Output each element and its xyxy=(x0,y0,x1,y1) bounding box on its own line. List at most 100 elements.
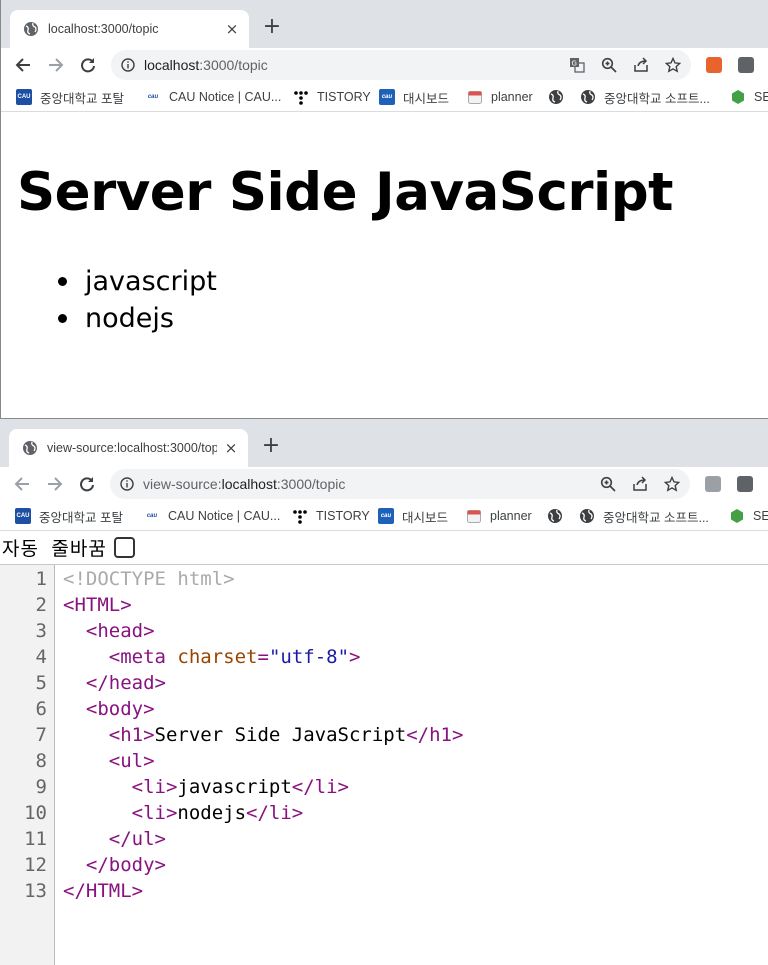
code-token-tag: <HTML> xyxy=(63,594,132,616)
bookmark-cau-software[interactable]: 중앙대학교 소프트... xyxy=(580,89,710,106)
bookmark-cau-notice[interactable]: cau CAU Notice | CAU... xyxy=(144,508,280,524)
bookmark-label: SEI xyxy=(753,509,768,523)
source-line: 2 <HTML> xyxy=(0,592,768,618)
star-icon[interactable] xyxy=(664,476,680,492)
bookmark-dashboard[interactable]: cau 대시보드 xyxy=(379,89,450,106)
page-content: Server Side JavaScript javascript nodejs xyxy=(1,162,768,337)
cau-square-icon: CAU xyxy=(15,508,31,524)
node-hexagon-icon xyxy=(732,90,744,104)
source-code: <h1>Server Side JavaScript</h1> xyxy=(63,722,464,748)
globe-icon xyxy=(24,22,38,36)
info-icon[interactable] xyxy=(121,58,135,72)
new-tab-button[interactable]: + xyxy=(262,16,282,38)
source-code: </HTML> xyxy=(63,878,143,904)
bookmark-sei[interactable]: SEI xyxy=(730,89,768,105)
extension-gray-icon[interactable] xyxy=(705,476,721,492)
source-line: 7 <h1>Server Side JavaScript</h1> xyxy=(0,722,768,748)
bookmark-tistory[interactable]: TISTORY xyxy=(292,508,370,524)
line-wrap-checkbox[interactable] xyxy=(113,537,135,558)
zoom-icon[interactable] xyxy=(601,57,617,73)
bookmark-cau-portal[interactable]: CAU 중앙대학교 포탈 xyxy=(16,89,124,106)
extension-orange-icon[interactable] xyxy=(706,57,722,73)
bookmark-cau-software[interactable]: 중앙대학교 소프트... xyxy=(579,508,709,525)
address-bar[interactable]: view-source:localhost:3000/topic xyxy=(110,469,690,499)
source-code: </ul> xyxy=(63,826,166,852)
code-token-tag: <meta xyxy=(108,646,178,668)
line-number: 12 xyxy=(24,854,47,876)
star-icon[interactable] xyxy=(665,57,681,73)
globe-icon xyxy=(581,90,595,104)
bookmark-planner[interactable]: planner xyxy=(467,89,533,105)
source-line: 6 <body> xyxy=(0,696,768,722)
node-hexagon-icon xyxy=(731,509,743,523)
extension-dark-icon[interactable] xyxy=(737,476,753,492)
close-tab-icon[interactable]: × xyxy=(223,440,239,456)
bookmark-sei[interactable]: SEI xyxy=(729,508,768,524)
url-scheme: view-source: xyxy=(143,476,222,492)
back-arrow-icon[interactable] xyxy=(13,55,33,75)
code-token-txt: javascript xyxy=(177,776,292,798)
source-line: 13 </HTML> xyxy=(0,878,768,904)
address-bar[interactable]: localhost:3000/topic G xyxy=(111,50,691,80)
source-line: 12 </body> xyxy=(0,852,768,878)
calendar-icon xyxy=(467,510,481,523)
forward-arrow-icon[interactable] xyxy=(45,474,65,494)
line-number: 1 xyxy=(35,568,47,590)
bookmark-cau-notice[interactable]: cau CAU Notice | CAU... xyxy=(145,89,281,105)
tab-topic[interactable]: localhost:3000/topic × xyxy=(10,10,249,48)
url-host: localhost xyxy=(221,476,277,492)
share-icon[interactable] xyxy=(632,476,648,492)
line-number: 13 xyxy=(24,880,47,902)
source-line: 11 </ul> xyxy=(0,826,768,852)
source-line: 5 </head> xyxy=(0,670,768,696)
code-token-tag: <li> xyxy=(131,776,178,798)
source-code: <head> xyxy=(63,618,155,644)
share-icon[interactable] xyxy=(633,57,649,73)
bookmark-label: 대시보드 xyxy=(403,91,450,106)
bookmark-label: TISTORY xyxy=(316,509,370,523)
forward-arrow-icon[interactable] xyxy=(46,55,66,75)
line-number: 7 xyxy=(35,724,47,746)
url-path: :3000/topic xyxy=(199,57,268,73)
reload-icon[interactable] xyxy=(78,55,98,75)
bookmark-globe[interactable] xyxy=(547,508,563,524)
bookmark-cau-portal[interactable]: CAU 중앙대학교 포탈 xyxy=(15,508,123,525)
bookmark-planner[interactable]: planner xyxy=(466,508,532,524)
bookmark-label: SEI xyxy=(754,90,768,104)
extension-dark-icon[interactable] xyxy=(738,57,754,73)
code-token-tag: </li> xyxy=(246,802,304,824)
tistory-icon xyxy=(293,510,307,524)
bookmark-label: 중앙대학교 소프트... xyxy=(603,510,709,525)
close-tab-icon[interactable]: × xyxy=(224,21,240,37)
url-host: localhost xyxy=(144,57,200,73)
back-arrow-icon[interactable] xyxy=(12,474,32,494)
new-tab-button[interactable]: + xyxy=(261,435,281,457)
globe-icon xyxy=(23,441,37,455)
bookmark-dashboard[interactable]: cau 대시보드 xyxy=(378,508,448,525)
code-token-tag: </h1> xyxy=(406,724,464,746)
tab-strip: view-source:localhost:3000/topic × + xyxy=(0,419,768,467)
code-token-txt: nodejs xyxy=(177,802,247,824)
tab-view-source[interactable]: view-source:localhost:3000/topic × xyxy=(9,429,248,467)
source-code: <!DOCTYPE html> xyxy=(63,566,235,592)
line-wrap-bar: 자동 줄바꿈 xyxy=(0,531,768,565)
zoom-icon[interactable] xyxy=(600,476,616,492)
source-line: 3 <head> xyxy=(0,618,768,644)
bookmark-label: 중앙대학교 포탈 xyxy=(40,91,124,106)
info-icon[interactable] xyxy=(120,477,134,491)
bookmark-globe[interactable] xyxy=(548,89,564,105)
code-token-tag: <h1> xyxy=(108,724,155,746)
bookmarks-bar: CAU 중앙대학교 포탈 cau CAU Notice | CAU... TISTO… xyxy=(0,501,768,531)
reload-icon[interactable] xyxy=(77,474,97,494)
code-token-tag: > xyxy=(349,646,361,668)
toolbar: localhost:3000/topic G xyxy=(1,48,768,82)
bookmark-tistory[interactable]: TISTORY xyxy=(293,89,371,105)
translate-icon[interactable]: G xyxy=(569,57,585,73)
source-code: <meta charset="utf-8"> xyxy=(63,644,361,670)
code-token-tag: <ul> xyxy=(108,750,155,772)
list-item: javascript xyxy=(58,263,752,300)
bookmark-label: TISTORY xyxy=(317,90,371,104)
topic-list: javascript nodejs xyxy=(17,263,752,337)
source-line: 4 <meta charset="utf-8"> xyxy=(0,644,768,670)
source-code: </body> xyxy=(63,852,166,878)
